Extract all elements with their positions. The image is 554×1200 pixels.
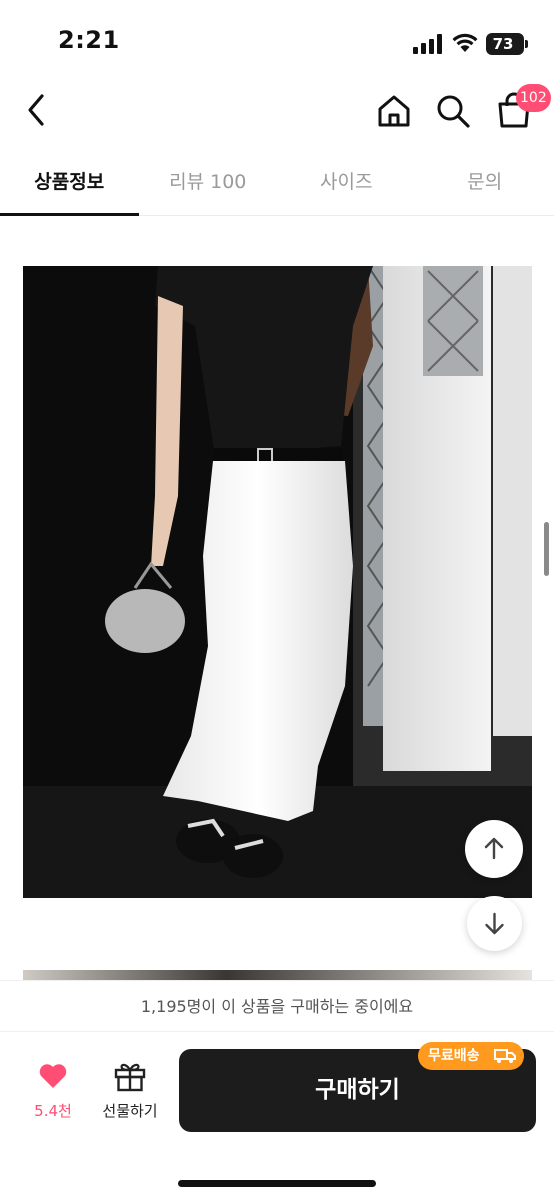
gift-button[interactable]: 선물하기: [98, 1060, 162, 1126]
home-icon[interactable]: [375, 92, 413, 130]
product-photo-illustration: [23, 266, 532, 898]
tab-inquiry[interactable]: 문의: [416, 156, 554, 215]
heart-icon: [39, 1064, 67, 1088]
free-shipping-badge: 무료배송: [418, 1042, 524, 1070]
cellular-signal-icon: [413, 34, 442, 54]
gift-label: 선물하기: [102, 1102, 158, 1120]
status-bar: 2:21 73: [0, 0, 554, 84]
gift-icon: [114, 1063, 146, 1092]
tab-reviews[interactable]: 리뷰 100: [139, 156, 278, 215]
nav-header: [0, 84, 554, 144]
truck-icon: [494, 1049, 516, 1063]
scroll-top-button[interactable]: [465, 820, 523, 878]
back-icon[interactable]: [20, 90, 54, 130]
battery-level: 73: [492, 35, 514, 53]
wifi-icon: [452, 33, 478, 52]
home-indicator: [178, 1180, 376, 1187]
arrow-down-icon: [485, 912, 504, 935]
free-shipping-label: 무료배송: [428, 1048, 480, 1064]
like-count: 5.4천: [34, 1102, 72, 1120]
arrow-up-icon: [484, 837, 504, 860]
buyers-banner: 1,195명이 이 상품을 구매하는 중이에요: [0, 980, 554, 1032]
page-scrollbar[interactable]: [544, 522, 549, 576]
product-tabs: 상품정보 리뷰 100 사이즈 문의: [0, 156, 554, 216]
battery-tip: [525, 40, 528, 48]
product-photo: [23, 266, 532, 898]
status-time: 2:21: [58, 26, 120, 54]
scroll-bottom-button[interactable]: [467, 896, 522, 951]
tab-size[interactable]: 사이즈: [277, 156, 416, 215]
battery-indicator: 73: [486, 33, 524, 55]
like-button[interactable]: 5.4천: [26, 1062, 80, 1128]
tab-product-info[interactable]: 상품정보: [0, 156, 139, 216]
search-icon[interactable]: [434, 92, 472, 130]
cart-count-badge: 102: [516, 84, 551, 112]
